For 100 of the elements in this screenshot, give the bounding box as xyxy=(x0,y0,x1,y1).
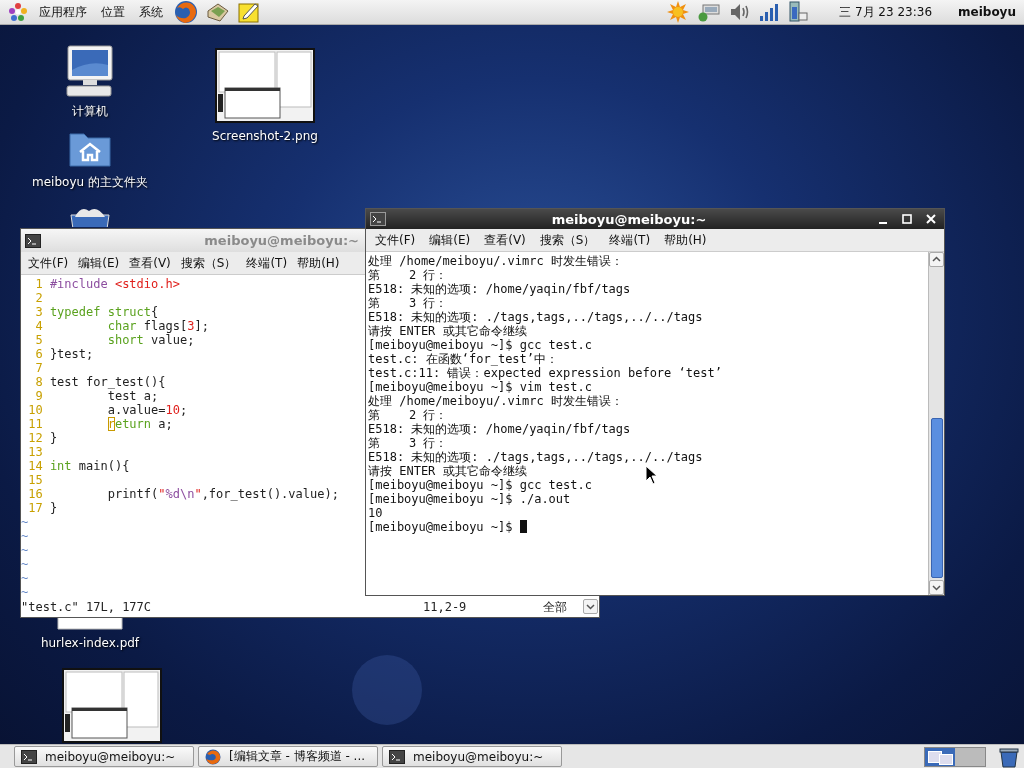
terminal-icon xyxy=(370,212,386,226)
window-title: meiboyu@meiboyu:~ xyxy=(551,211,707,227)
globe-icon[interactable] xyxy=(174,0,198,24)
terminal-icon xyxy=(21,749,37,764)
terminal-line: E518: 未知的选项: /home/yaqin/fbf/tags xyxy=(368,422,631,436)
terminal-line: [meiboyu@meiboyu ~]$ gcc test.c xyxy=(368,478,592,492)
code-line: short value; xyxy=(106,333,195,347)
menu-item[interactable]: 查看(V) xyxy=(477,231,533,249)
line-number: 5 xyxy=(34,333,43,347)
signal-icon[interactable] xyxy=(759,2,780,22)
scroll-up-icon[interactable] xyxy=(929,252,944,267)
mail-icon[interactable] xyxy=(206,1,230,23)
workspace[interactable] xyxy=(925,747,955,766)
line-number: 17 xyxy=(27,501,43,515)
panel-menu[interactable]: 系统 xyxy=(136,3,166,21)
cursor-position: 11,2-9 xyxy=(423,599,468,614)
user-name[interactable]: meiboyu xyxy=(958,5,1016,19)
notepad-icon[interactable] xyxy=(238,1,260,23)
icon-label[interactable]: hurlex-index.pdf xyxy=(40,636,140,650)
scrollbar-thumb[interactable] xyxy=(930,418,943,578)
menu-item[interactable]: 编辑(E) xyxy=(422,231,478,249)
code-line: a.value=10; xyxy=(106,403,188,417)
icon-label[interactable]: meiboyu 的主文件夹 xyxy=(32,174,148,191)
maximize-icon[interactable] xyxy=(900,212,914,226)
menu-item[interactable]: 文件(F) xyxy=(368,231,423,249)
terminal-line: 10 xyxy=(368,506,383,520)
line-number: 6 xyxy=(34,347,43,361)
terminal-line: [meiboyu@meiboyu ~]$ ./a.out xyxy=(368,492,571,506)
menu-item[interactable]: 搜索（S） xyxy=(175,254,242,272)
empty-line-marker: ~ xyxy=(21,571,29,585)
line-number: 1 xyxy=(34,277,43,291)
trash-icon[interactable] xyxy=(998,745,1020,768)
terminal-line: 第 2 行： xyxy=(368,268,448,282)
terminal-line: 第 3 行： xyxy=(368,436,448,450)
mouse-pointer-icon xyxy=(645,465,659,485)
text-cursor xyxy=(519,520,527,533)
line-number: 15 xyxy=(27,473,43,487)
menu-item[interactable]: 终端(T) xyxy=(241,254,293,272)
scrollbar[interactable] xyxy=(928,252,944,595)
empty-line-marker: ~ xyxy=(21,557,29,571)
line-number: 13 xyxy=(27,445,43,459)
scroll-down-icon[interactable] xyxy=(583,599,598,614)
menu-item[interactable]: 帮助(H) xyxy=(292,254,345,272)
menu-item[interactable]: 帮助(H) xyxy=(657,231,714,249)
network-icon[interactable] xyxy=(697,2,722,22)
icon-label[interactable]: Screenshot-2.png xyxy=(212,129,318,143)
scroll-down-icon[interactable] xyxy=(929,580,944,595)
flower-icon[interactable] xyxy=(8,2,28,22)
battery-icon[interactable] xyxy=(787,1,810,23)
terminal-line: 处理 /home/meiboyu/.vimrc 时发生错误： xyxy=(368,254,623,268)
line-number: 12 xyxy=(27,431,43,445)
code-line: } xyxy=(49,431,58,445)
screenshot-thumbnail-icon[interactable] xyxy=(215,48,315,123)
terminal-line: [meiboyu@meiboyu ~]$ vim test.c xyxy=(368,380,592,394)
taskbar-button[interactable]: meiboyu@meiboyu:~ xyxy=(14,746,194,767)
scroll-position: 全部 xyxy=(543,599,568,614)
taskbar-button[interactable]: [编辑文章 - 博客频道 - ... xyxy=(198,746,378,767)
terminal-line: [meiboyu@meiboyu ~]$ gcc test.c xyxy=(368,338,592,352)
line-number: 7 xyxy=(34,361,43,375)
terminal-line: test.c:11: 错误：expected expression before ‘test’ xyxy=(368,366,722,380)
terminal-icon xyxy=(25,233,41,248)
terminal-line: 第 2 行： xyxy=(368,408,448,422)
empty-line-marker: ~ xyxy=(21,529,29,543)
code-line: int main(){ xyxy=(49,459,130,473)
code-line: } xyxy=(49,501,58,515)
code-line: #include <stdio.h> xyxy=(49,277,180,291)
menu-item[interactable]: 查看(V) xyxy=(124,254,176,272)
globe-icon xyxy=(205,748,221,765)
window-title: meiboyu@meiboyu:~ xyxy=(204,233,359,248)
line-number: 9 xyxy=(34,389,43,403)
menu-item[interactable]: 文件(F) xyxy=(23,254,74,272)
line-number: 10 xyxy=(27,403,43,417)
terminal-line: E518: 未知的选项: ./tags,tags,../tags,../../tags xyxy=(368,310,703,324)
terminal-line: 第 3 行： xyxy=(368,296,448,310)
panel-menu[interactable]: 位置 xyxy=(98,3,128,21)
file-status: "test.c" 17L, 177C xyxy=(21,599,152,614)
code-line: typedef struct{ xyxy=(49,305,159,319)
menu-item[interactable]: 编辑(E) xyxy=(73,254,125,272)
terminal-line: 请按 ENTER 或其它命令继续 xyxy=(368,324,527,338)
screenshot-thumbnail-icon[interactable] xyxy=(62,668,162,743)
empty-line-marker: ~ xyxy=(21,543,29,557)
line-number: 3 xyxy=(34,305,43,319)
computer-icon[interactable] xyxy=(65,45,115,97)
terminal-line: E518: 未知的选项: /home/yaqin/fbf/tags xyxy=(368,282,631,296)
code-line: test a; xyxy=(106,389,159,403)
panel-menu[interactable]: 应用程序 xyxy=(36,3,90,21)
code-line: char flags[3]; xyxy=(106,319,209,333)
code-line: }test; xyxy=(49,347,94,361)
clock[interactable]: 三 7月 23 23:36 xyxy=(839,3,933,21)
icon-label[interactable]: 计算机 xyxy=(72,103,108,120)
menu-item[interactable]: 搜索（S） xyxy=(532,231,603,249)
line-number: 4 xyxy=(34,319,43,333)
menu-item[interactable]: 终端(T) xyxy=(602,231,658,249)
line-number: 8 xyxy=(34,375,43,389)
terminal-line: test.c: 在函数‘for_test’中： xyxy=(368,352,559,366)
close-icon[interactable] xyxy=(924,212,938,226)
code-line: printf("%d\n",for_test().value); xyxy=(106,487,339,501)
code-line: return a; xyxy=(106,417,173,431)
taskbar-button[interactable]: meiboyu@meiboyu:~ xyxy=(382,746,562,767)
line-number: 2 xyxy=(34,291,43,305)
